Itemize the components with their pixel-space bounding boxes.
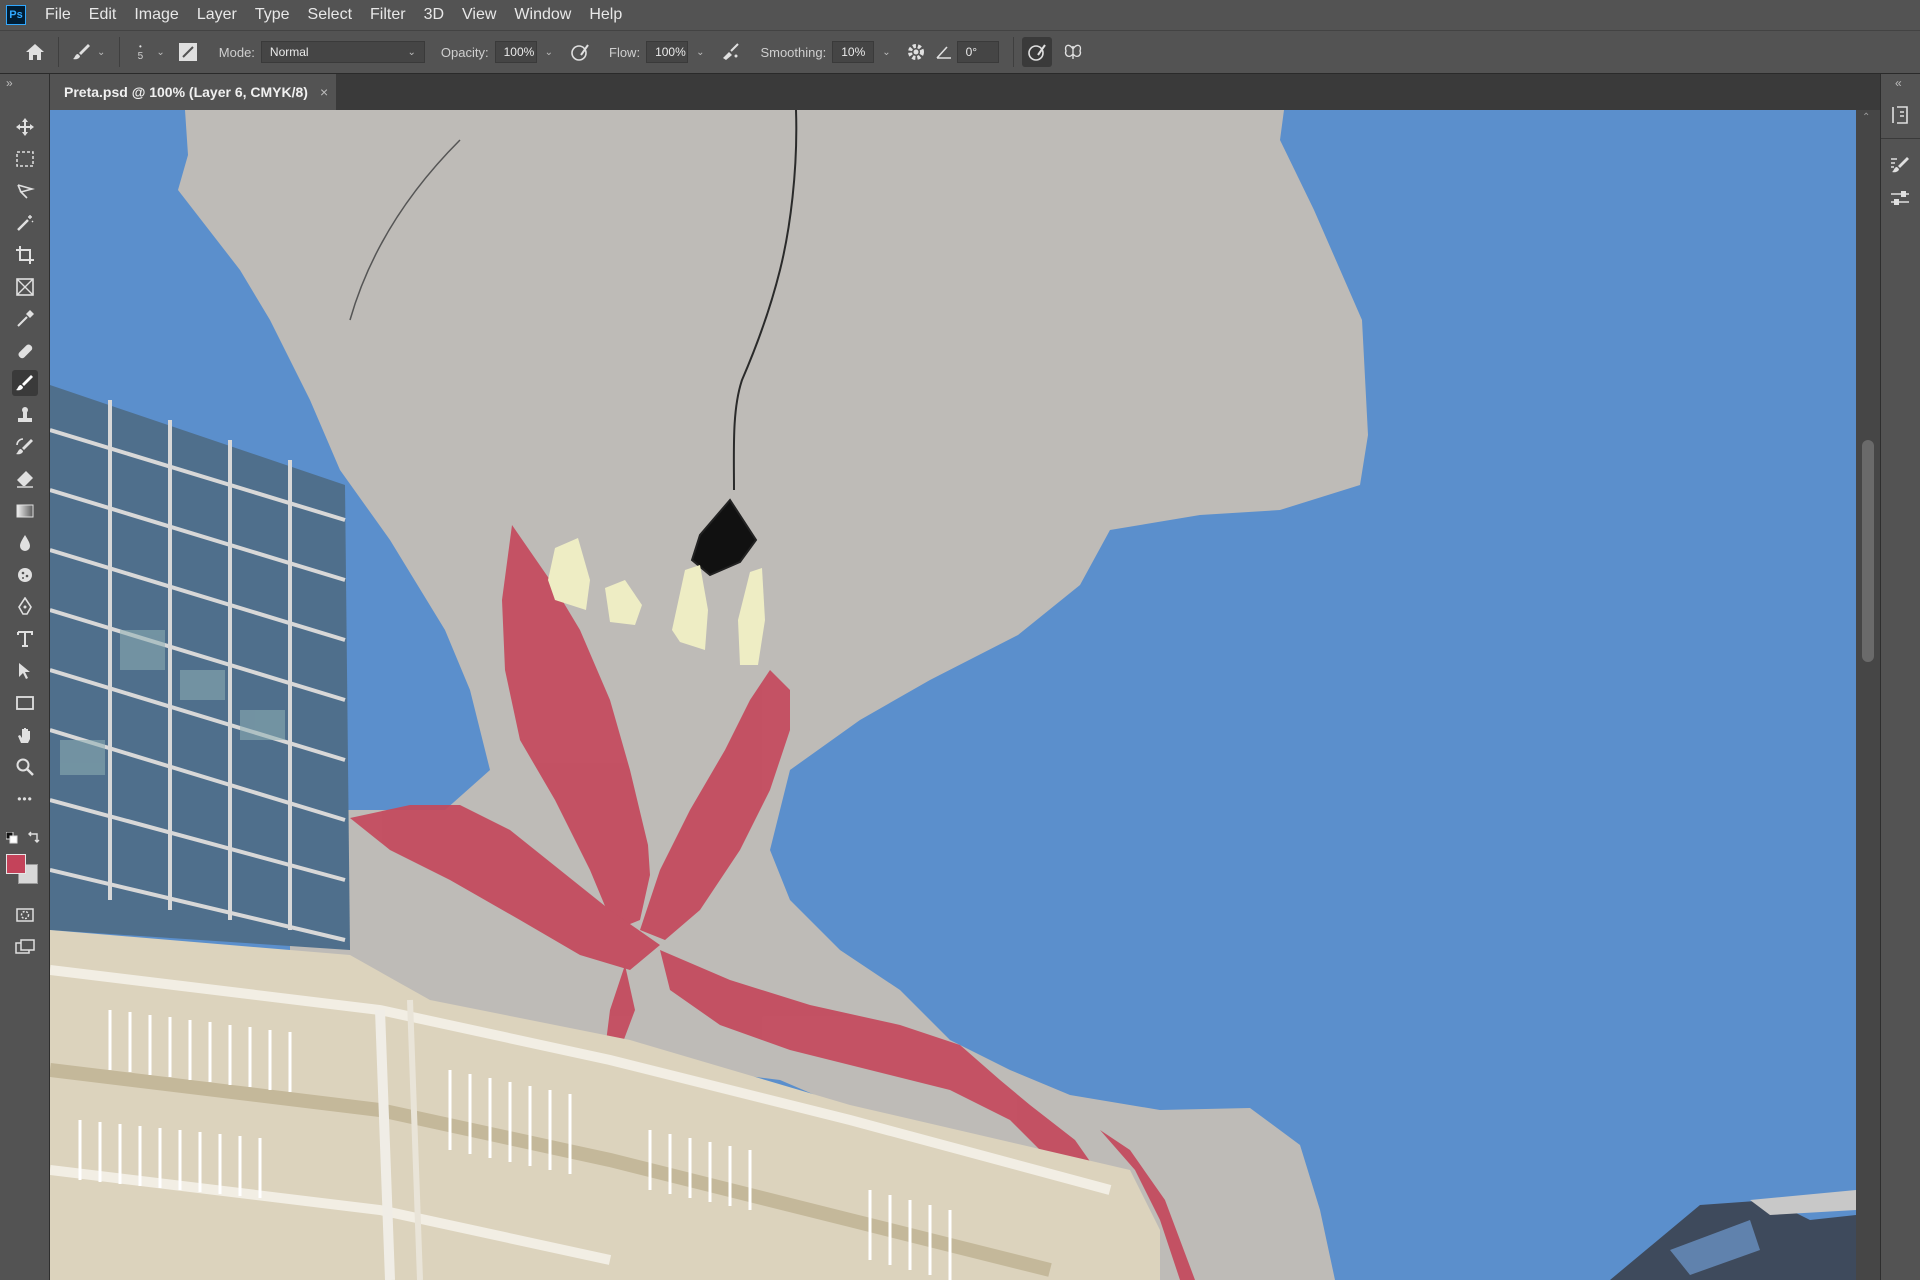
menu-select[interactable]: Select	[299, 0, 361, 30]
divider	[1881, 138, 1920, 139]
collapse-panel-icon[interactable]: «	[1895, 76, 1902, 90]
brush-size-value: 5	[137, 50, 144, 62]
zoom-tool-icon[interactable]	[12, 754, 38, 780]
menu-bar: Ps File Edit Image Layer Type Select Fil…	[0, 0, 1920, 30]
properties-sliders-icon[interactable]	[1889, 188, 1911, 210]
gradient-tool-icon[interactable]	[12, 498, 38, 524]
brush-dot-icon: •	[138, 41, 142, 51]
type-tool-icon[interactable]	[12, 626, 38, 652]
flow-input[interactable]: 100%	[646, 41, 689, 63]
chevron-down-icon[interactable]: ⌄	[545, 47, 553, 58]
scrollbar-thumb[interactable]	[1862, 440, 1874, 662]
options-bar: ⌄ • 5 ⌄ Mode: Normal ⌄ Opacity: 100% ⌄ F…	[0, 30, 1920, 74]
crop-tool-icon[interactable]	[12, 242, 38, 268]
gear-icon[interactable]	[901, 37, 931, 67]
tools-panel: » •••	[0, 74, 50, 1280]
chevron-down-icon[interactable]: ⌄	[696, 47, 704, 58]
sponge-tool-icon[interactable]	[12, 562, 38, 588]
default-colors-icon[interactable]	[6, 832, 18, 844]
menu-window[interactable]: Window	[505, 0, 580, 30]
angle-icon	[933, 37, 955, 67]
chevron-down-icon[interactable]: ⌄	[97, 47, 105, 58]
document-tab-title: Preta.psd @ 100% (Layer 6, CMYK/8)	[64, 84, 308, 100]
mode-value: Normal	[269, 45, 309, 59]
swap-colors-icon[interactable]	[27, 830, 41, 844]
eraser-tool-icon[interactable]	[12, 466, 38, 492]
magic-wand-tool-icon[interactable]	[12, 210, 38, 236]
menu-edit[interactable]: Edit	[80, 0, 126, 30]
marquee-tool-icon[interactable]	[12, 146, 38, 172]
flow-label: Flow:	[609, 44, 641, 60]
menu-help[interactable]: Help	[580, 0, 631, 30]
smoothing-input[interactable]: 10%	[832, 41, 875, 63]
divider	[1012, 37, 1014, 67]
smoothing-value: 10%	[841, 45, 866, 59]
eyedropper-tool-icon[interactable]	[12, 306, 38, 332]
hand-tool-icon[interactable]	[12, 722, 38, 748]
history-brush-tool-icon[interactable]	[12, 434, 38, 460]
expand-panel-icon[interactable]: »	[6, 76, 13, 90]
brush-preset-icon[interactable]	[67, 37, 97, 67]
screen-mode-icon[interactable]	[12, 934, 38, 960]
pressure-size-icon[interactable]	[1021, 37, 1052, 67]
move-tool-icon[interactable]	[12, 114, 38, 140]
menu-type[interactable]: Type	[246, 0, 299, 30]
menu-image[interactable]: Image	[125, 0, 187, 30]
brush-settings-panel-icon[interactable]	[173, 37, 203, 67]
pressure-opacity-icon[interactable]	[565, 37, 595, 67]
menu-view[interactable]: View	[453, 0, 505, 30]
foreground-color-swatch[interactable]	[6, 854, 26, 874]
canvas-artwork	[50, 110, 1856, 1280]
opacity-value: 100%	[503, 45, 535, 59]
brush-tool-icon[interactable]	[12, 370, 38, 396]
chevron-down-icon[interactable]: ⌄	[882, 47, 890, 58]
mode-select[interactable]: Normal ⌄	[260, 41, 425, 63]
healing-brush-tool-icon[interactable]	[12, 338, 38, 364]
lasso-tool-icon[interactable]	[12, 178, 38, 204]
divider	[119, 37, 121, 67]
brush-size-picker[interactable]: • 5	[128, 37, 152, 67]
more-tools-icon[interactable]: •••	[12, 786, 38, 812]
menu-3d[interactable]: 3D	[415, 0, 453, 30]
divider	[58, 37, 59, 67]
pen-tool-icon[interactable]	[12, 594, 38, 620]
symmetry-butterfly-icon[interactable]	[1058, 37, 1088, 67]
stamp-tool-icon[interactable]	[12, 402, 38, 428]
path-selection-tool-icon[interactable]	[12, 658, 38, 684]
blur-tool-icon[interactable]	[12, 530, 38, 556]
angle-value: 0°	[965, 45, 978, 59]
opacity-label: Opacity:	[440, 44, 489, 60]
right-panel-dock: «	[1880, 74, 1920, 1280]
photoshop-logo: Ps	[6, 5, 26, 25]
frame-tool-icon[interactable]	[12, 274, 38, 300]
opacity-input[interactable]: 100%	[494, 41, 537, 63]
menu-file[interactable]: File	[36, 0, 80, 30]
vertical-scrollbar[interactable]: ⌃	[1856, 110, 1880, 1280]
airbrush-icon[interactable]	[716, 37, 746, 67]
brush-settings-icon[interactable]	[1889, 154, 1911, 176]
chevron-down-icon: ⌄	[407, 46, 416, 58]
home-icon[interactable]	[20, 37, 50, 67]
mode-label: Mode:	[218, 44, 255, 60]
menu-layer[interactable]: Layer	[188, 0, 246, 30]
flow-value: 100%	[655, 45, 686, 59]
chevron-down-icon[interactable]: ⌄	[156, 47, 164, 58]
smoothing-label: Smoothing:	[760, 44, 827, 60]
quick-mask-icon[interactable]	[12, 902, 38, 928]
close-icon[interactable]: ×	[320, 84, 328, 100]
document-canvas[interactable]	[50, 110, 1856, 1280]
history-panel-icon[interactable]	[1889, 104, 1911, 126]
rectangle-tool-icon[interactable]	[12, 690, 38, 716]
document-tab[interactable]: Preta.psd @ 100% (Layer 6, CMYK/8) ×	[50, 74, 336, 110]
angle-input[interactable]: 0°	[956, 41, 999, 63]
scroll-up-icon[interactable]: ⌃	[1862, 112, 1870, 123]
menu-filter[interactable]: Filter	[361, 0, 415, 30]
document-tab-bar: Preta.psd @ 100% (Layer 6, CMYK/8) ×	[50, 74, 1880, 110]
